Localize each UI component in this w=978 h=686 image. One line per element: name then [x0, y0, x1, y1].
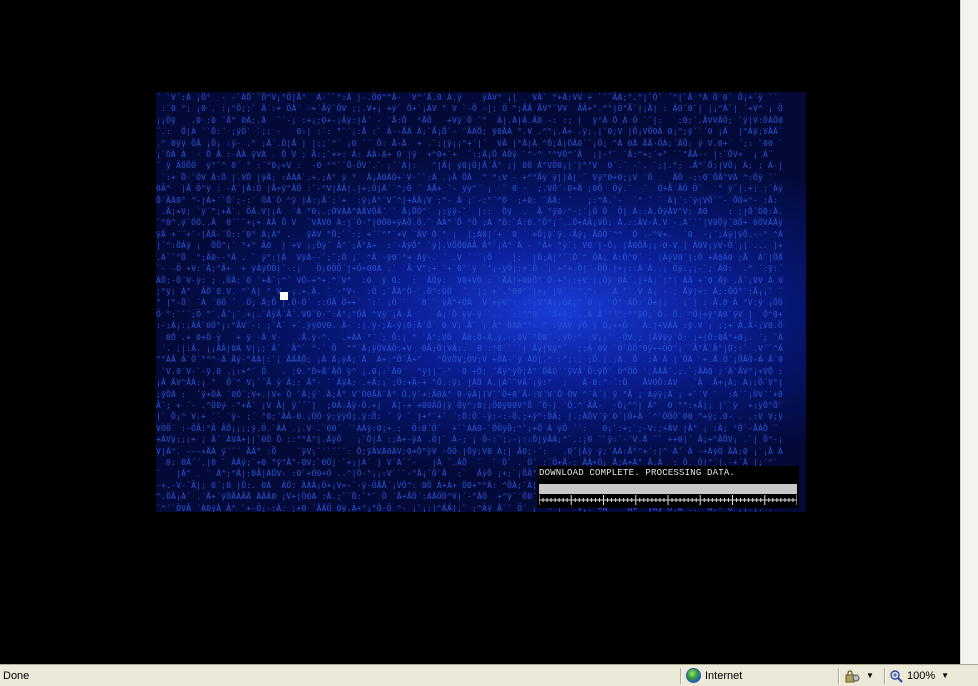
zone-label: Internet	[705, 669, 743, 682]
zoom-label: 100%	[907, 669, 936, 682]
status-text: Done	[3, 669, 30, 682]
magnifier-icon	[890, 669, 903, 683]
scrolling-data-text: ´ `V´:À ¡Õ° - -`ÀÕ`¨Õ^V¡°Ö|Ã° À-``°:Â |-…	[156, 93, 784, 512]
status-bar: Done Internet ▼ 100% ▼	[0, 664, 978, 686]
blinking-cursor	[280, 292, 288, 300]
vertical-scrollbar[interactable]	[960, 0, 978, 664]
download-progress-panel: DOWNLOAD COMPLETE. PROCESSING DATA.	[537, 466, 799, 508]
chevron-down-icon: ▼	[941, 671, 950, 680]
lock-gear-icon	[845, 669, 860, 682]
security-button[interactable]: ▼	[844, 667, 874, 684]
chevron-down-icon: ▼	[866, 671, 874, 680]
status-divider	[838, 668, 840, 684]
flash-animation-stage[interactable]: ´ `V´:À ¡Õ° - -`ÀÕ`¨Õ^V¡°Ö|Ã° À-``°:Â |-…	[156, 92, 806, 512]
progress-scale-ticks	[539, 495, 797, 505]
zoom-control[interactable]: 100% ▼	[889, 667, 949, 684]
status-divider	[884, 668, 886, 684]
browser-viewport: ´ `V´:À ¡Õ° - -`ÀÕ`¨Õ^V¡°Ö|Ã° À-``°:Â |-…	[0, 0, 960, 664]
progress-label: DOWNLOAD COMPLETE. PROCESSING DATA.	[539, 468, 736, 478]
progress-bar	[539, 484, 797, 494]
status-divider	[680, 668, 682, 684]
security-zone[interactable]: Internet	[686, 667, 742, 684]
progress-bar-fill	[539, 484, 797, 494]
globe-icon	[686, 668, 701, 683]
